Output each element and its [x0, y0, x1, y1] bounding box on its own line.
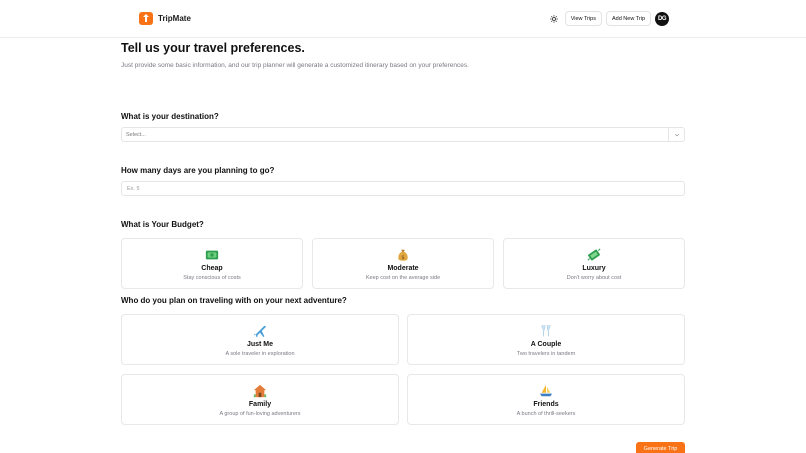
budget-option-luxury[interactable]: Luxury Don't worry about cost: [503, 238, 685, 289]
option-title: Luxury: [582, 265, 606, 272]
theme-toggle-button[interactable]: [547, 12, 561, 26]
money-bills-icon: [205, 250, 219, 260]
option-title: A Couple: [530, 341, 562, 348]
option-description: Two travelers in tandem: [516, 351, 576, 357]
days-question: How many days are you planning to go?: [121, 166, 275, 175]
destination-placeholder: Select...: [126, 131, 146, 138]
option-description: A bunch of thrill-seekers: [516, 411, 576, 417]
app-name: TripMate: [158, 13, 191, 23]
champagne-glasses-icon: [541, 325, 551, 337]
view-trips-button[interactable]: View Trips: [564, 11, 602, 26]
option-title: Just Me: [246, 341, 274, 348]
days-input[interactable]: [121, 181, 685, 196]
page-title: Tell us your travel preferences.: [121, 41, 305, 55]
budget-option-cheap[interactable]: Cheap Stay conscious of costs: [121, 238, 303, 289]
traveler-option-family[interactable]: Family A group of fun-loving adventurers: [121, 374, 399, 425]
logo[interactable]: TripMate: [138, 10, 191, 26]
option-description: Keep cost on the average side: [365, 275, 441, 281]
svg-text:$: $: [401, 255, 404, 261]
option-description: A sole traveler in exploration: [225, 351, 295, 357]
avatar[interactable]: DG: [655, 11, 669, 26]
sailboat-icon: [539, 384, 553, 397]
cash-flying-icon: [587, 248, 601, 261]
option-title: Moderate: [387, 265, 419, 272]
option-title: Cheap: [201, 265, 223, 272]
traveler-option-just-me[interactable]: Just Me A sole traveler in exploration: [121, 314, 399, 365]
traveler-option-a-couple[interactable]: A Couple Two travelers in tandem: [407, 314, 685, 365]
house-icon: [253, 384, 267, 398]
top-navbar: TripMate View Trips Add New Trip DG: [0, 0, 806, 38]
add-new-trip-button[interactable]: Add New Trip: [605, 11, 651, 26]
option-description: Stay conscious of costs: [183, 275, 241, 281]
dropdown-toggle[interactable]: [668, 128, 684, 141]
budget-question: What is Your Budget?: [121, 220, 204, 229]
tripmate-logo-icon: [139, 12, 153, 25]
page-subtitle: Just provide some basic information, and…: [121, 62, 469, 69]
nav-actions: View Trips Add New Trip DG: [547, 11, 669, 26]
destination-select[interactable]: Select...: [121, 127, 685, 142]
option-description: Don't worry about cost: [566, 275, 622, 281]
airplane-icon: [253, 325, 267, 338]
sun-icon: [549, 14, 558, 23]
option-title: Friends: [533, 401, 559, 408]
chevron-down-icon: [674, 133, 679, 136]
money-bag-icon: $: [398, 249, 408, 261]
generate-trip-button[interactable]: Generate Trip: [636, 442, 685, 453]
option-title: Family: [248, 401, 272, 408]
option-description: A group of fun-loving adventurers: [219, 411, 301, 417]
travelers-question: Who do you plan on traveling with on you…: [121, 296, 347, 305]
budget-option-moderate[interactable]: $ Moderate Keep cost on the average side: [312, 238, 494, 289]
traveler-option-friends[interactable]: Friends A bunch of thrill-seekers: [407, 374, 685, 425]
destination-question: What is your destination?: [121, 112, 219, 121]
